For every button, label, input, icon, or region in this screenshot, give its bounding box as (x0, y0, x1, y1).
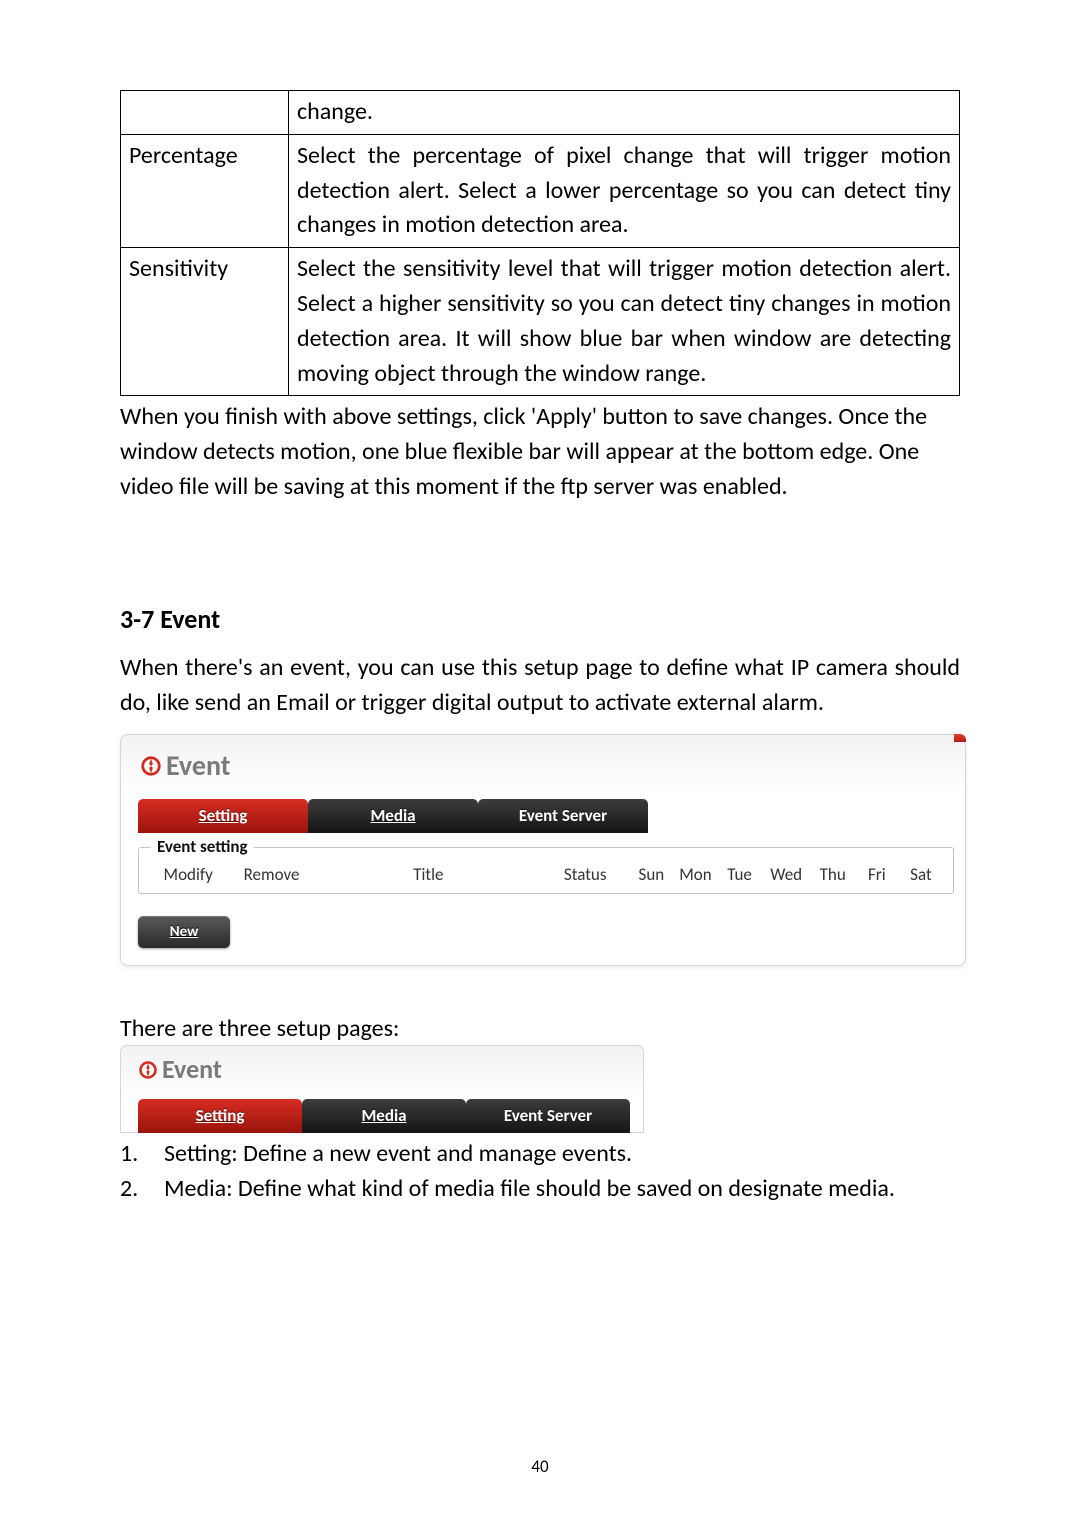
tab-event-server-small[interactable]: Event Server (466, 1099, 630, 1133)
page-number: 40 (0, 1456, 1080, 1477)
list-item: 2. Media: Define what kind of media file… (120, 1172, 960, 1207)
event-icon (140, 750, 162, 785)
paragraph-after-table: When you finish with above settings, cli… (120, 400, 960, 504)
tab-media-small[interactable]: Media (302, 1099, 466, 1133)
numbered-list: 1. Setting: Define a new event and manag… (120, 1137, 960, 1207)
tab-setting[interactable]: Setting (138, 799, 308, 833)
col-wed: Wed (762, 864, 811, 885)
col-tue: Tue (718, 864, 762, 885)
cell-desc-1: Select the percentage of pixel change th… (289, 134, 960, 247)
tab-setting-small[interactable]: Setting (138, 1099, 302, 1133)
col-sat: Sat (899, 864, 943, 885)
list-number: 2. (120, 1172, 164, 1207)
event-small-title: Event (138, 1053, 634, 1087)
tab-media[interactable]: Media (308, 799, 478, 833)
definition-table: change. Percentage Select the percentage… (120, 90, 960, 396)
tab-event-server[interactable]: Event Server (478, 799, 648, 833)
col-title: Title (316, 864, 541, 885)
event-setting-fieldset: Event setting Modify Remove Title Status… (138, 847, 954, 894)
three-pages-intro: There are three setup pages: (120, 1014, 960, 1043)
list-number: 1. (120, 1137, 164, 1172)
list-item: 1. Setting: Define a new event and manag… (120, 1137, 960, 1172)
tab-bar: Setting Media Event Server (138, 799, 954, 833)
event-panel: Event Setting Media Event Server Event s… (120, 734, 966, 966)
event-icon (138, 1055, 158, 1087)
cell-desc-2: Select the sensitivity level that will t… (289, 248, 960, 396)
section-intro: When there's an event, you can use this … (120, 651, 960, 721)
event-panel-title: Event (140, 748, 954, 785)
event-small-panel: Event Setting Media Event Server (120, 1045, 644, 1133)
cell-desc-0: change. (289, 91, 960, 135)
list-text: Media: Define what kind of media file sh… (164, 1172, 960, 1207)
red-corner-strip (954, 734, 966, 742)
fieldset-legend: Event setting (151, 836, 254, 857)
col-status: Status (541, 864, 629, 885)
col-sun: Sun (629, 864, 673, 885)
column-header-row: Modify Remove Title Status Sun Mon Tue W… (149, 864, 943, 885)
col-modify: Modify (149, 864, 227, 885)
col-fri: Fri (855, 864, 899, 885)
col-remove: Remove (227, 864, 315, 885)
col-mon: Mon (673, 864, 717, 885)
tab-bar-small: Setting Media Event Server (138, 1099, 634, 1133)
new-button[interactable]: New (138, 916, 230, 948)
section-heading: 3-7 Event (120, 603, 960, 635)
list-text: Setting: Define a new event and manage e… (164, 1137, 960, 1172)
cell-label-1: Percentage (121, 134, 289, 247)
cell-label-0 (121, 91, 289, 135)
cell-label-2: Sensitivity (121, 248, 289, 396)
col-thu: Thu (811, 864, 855, 885)
